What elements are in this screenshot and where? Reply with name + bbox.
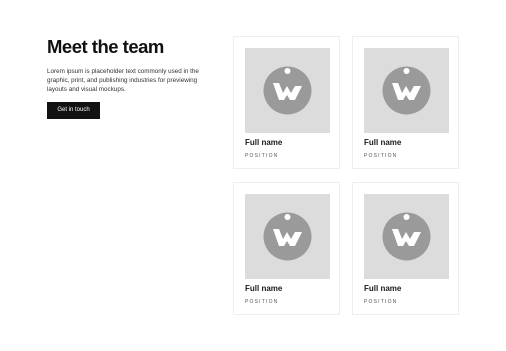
team-member-card: Full name POSITION <box>352 182 459 315</box>
member-position: POSITION <box>364 153 398 159</box>
placeholder-logo-icon <box>263 212 312 261</box>
page-title: Meet the team <box>47 36 164 57</box>
member-name: Full name <box>245 284 283 293</box>
placeholder-logo-icon <box>382 212 431 261</box>
member-name: Full name <box>245 138 283 147</box>
member-photo-placeholder <box>245 194 330 279</box>
get-in-touch-button[interactable]: Get in touch <box>47 102 100 119</box>
member-photo-placeholder <box>364 48 449 133</box>
placeholder-logo-icon <box>382 66 431 115</box>
team-member-card: Full name POSITION <box>233 182 340 315</box>
member-position: POSITION <box>364 299 398 305</box>
member-name: Full name <box>364 284 402 293</box>
member-position: POSITION <box>245 153 279 159</box>
placeholder-logo-icon <box>263 66 312 115</box>
member-photo-placeholder <box>245 48 330 133</box>
member-name: Full name <box>364 138 402 147</box>
intro-description: Lorem ipsum is placeholder text commonly… <box>47 68 199 93</box>
team-intro: Meet the team Lorem ipsum is placeholder… <box>47 36 207 119</box>
member-position: POSITION <box>245 299 279 305</box>
member-photo-placeholder <box>364 194 449 279</box>
team-member-card: Full name POSITION <box>352 36 459 169</box>
team-member-card: Full name POSITION <box>233 36 340 169</box>
